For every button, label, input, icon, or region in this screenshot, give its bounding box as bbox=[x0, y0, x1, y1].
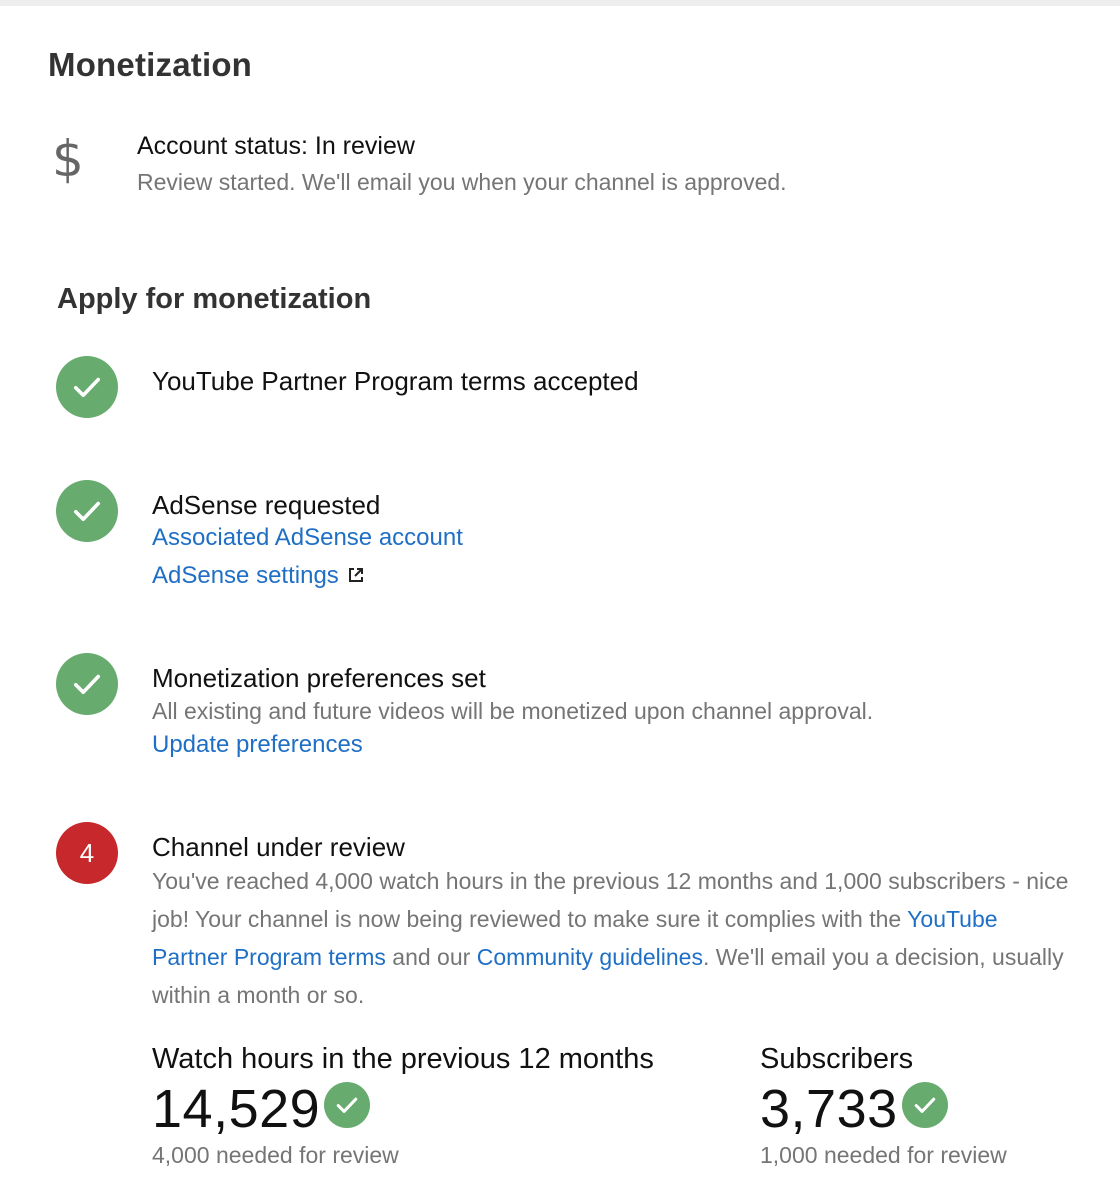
apply-section-title: Apply for monetization bbox=[57, 283, 372, 315]
step-adsense-title: AdSense requested bbox=[152, 490, 381, 520]
checkmark-icon bbox=[336, 1097, 358, 1113]
review-text-part: and our bbox=[385, 944, 477, 970]
adsense-settings-link[interactable]: AdSense settings bbox=[152, 562, 365, 590]
account-status-title: Account status: In review bbox=[137, 132, 415, 160]
subscribers-label: Subscribers bbox=[760, 1043, 914, 1075]
step-preferences-title: Monetization preferences set bbox=[152, 663, 486, 693]
associated-adsense-link[interactable]: Associated AdSense account bbox=[152, 524, 463, 552]
watch-hours-check-icon bbox=[324, 1082, 370, 1128]
check-circle-icon bbox=[56, 480, 118, 542]
community-guidelines-link[interactable]: Community guidelines bbox=[477, 944, 703, 970]
subscribers-note: 1,000 needed for review bbox=[760, 1142, 1007, 1168]
step-review-description: You've reached 4,000 watch hours in the … bbox=[152, 862, 1072, 1014]
step-preferences-description: All existing and future videos will be m… bbox=[152, 698, 874, 724]
page-title: Monetization bbox=[48, 46, 253, 83]
adsense-settings-label: AdSense settings bbox=[152, 562, 339, 589]
update-preferences-link[interactable]: Update preferences bbox=[152, 731, 363, 759]
account-status-subtitle: Review started. We'll email you when you… bbox=[137, 169, 787, 195]
top-border bbox=[0, 0, 1120, 6]
check-circle-icon bbox=[56, 653, 118, 715]
external-link-icon bbox=[348, 568, 363, 582]
watch-hours-label: Watch hours in the previous 12 months bbox=[152, 1043, 654, 1075]
step-terms-title: YouTube Partner Program terms accepted bbox=[152, 366, 639, 396]
check-circle-icon bbox=[56, 356, 118, 418]
checkmark-icon bbox=[73, 377, 101, 398]
step-number-badge: 4 bbox=[56, 822, 118, 884]
subscribers-check-icon bbox=[902, 1082, 948, 1128]
dollar-icon: $ bbox=[52, 130, 84, 188]
checkmark-icon bbox=[73, 501, 101, 522]
step-review-title: Channel under review bbox=[152, 832, 405, 862]
checkmark-icon bbox=[914, 1097, 936, 1113]
watch-hours-note: 4,000 needed for review bbox=[152, 1142, 399, 1168]
watch-hours-value: 14,529 bbox=[152, 1079, 321, 1139]
subscribers-value: 3,733 bbox=[760, 1079, 898, 1139]
checkmark-icon bbox=[73, 674, 101, 695]
